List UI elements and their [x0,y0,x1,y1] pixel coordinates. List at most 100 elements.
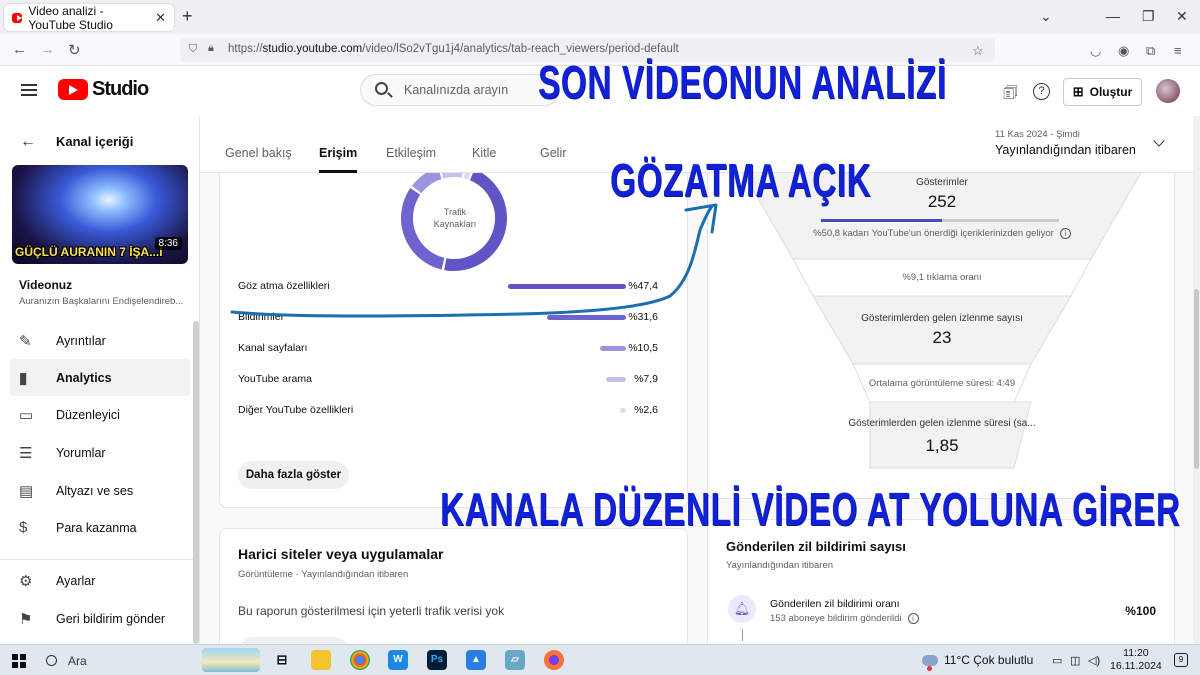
traffic-source-bar [547,315,626,320]
task-view-icon[interactable]: ⊟ [272,650,292,670]
chrome-icon[interactable] [350,650,370,670]
date-range-dates[interactable]: 11 Kas 2024 - Şimdi [995,129,1080,140]
pocket-icon[interactable]: ◡ [1090,43,1101,59]
gear-icon: ⚙ [19,572,33,590]
tab-engagement[interactable]: Etkileşim [386,146,436,160]
photos-icon[interactable]: ▲ [466,650,486,670]
sidebar-item-details[interactable]: ✎ Ayrıntılar [10,322,190,359]
external-sites-card: Harici siteler veya uygulamalar Görüntül… [219,528,688,644]
tab-reach[interactable]: Erişim [319,146,358,173]
chevron-down-icon[interactable] [1153,135,1165,147]
sidebar-item-label: Altyazı ve ses [56,483,134,498]
file-explorer-icon[interactable] [311,650,331,670]
cloud-icon [922,655,938,672]
photoshop-icon[interactable]: Ps [427,650,447,670]
extensions-icon[interactable]: ⧉ [1146,43,1155,59]
traffic-source-percent: %47,4 [628,280,658,292]
sidebar-item-comments[interactable]: ☰ Yorumlar [10,434,190,471]
bookmark-star-icon[interactable]: ☆ [972,43,984,59]
windows-start-icon[interactable] [12,654,26,668]
create-button[interactable]: ⊞ Oluştur [1063,78,1142,106]
notifications-icon[interactable]: 9 [1174,653,1188,667]
back-arrow-icon[interactable]: ← [12,41,27,58]
traffic-source-row[interactable]: Kanal sayfaları %10,5 [238,340,668,360]
sidebar-item-feedback[interactable]: ⚑ Geri bildirim gönder [10,600,190,637]
help-icon[interactable]: ? [1033,83,1050,100]
logo-text: Studio [92,78,149,100]
weather-widget[interactable]: 11°C Çok bulutlu [922,653,1033,672]
subtitles-icon: ▤ [19,482,34,500]
tab-overview[interactable]: Genel bakış [225,146,292,160]
wondershare-icon[interactable]: W [388,650,408,670]
video-thumbnail[interactable]: GÜÇLÜ AURANIN 7 İŞA...İ 8:36 [12,165,188,264]
reload-icon[interactable]: ↻ [68,41,81,59]
info-icon[interactable]: i [1059,228,1071,239]
overlay-browse: GÖZATMA AÇIK [610,154,872,206]
avatar[interactable] [1156,79,1180,103]
search-placeholder: Kanalınızda arayın [404,83,509,97]
battery-icon[interactable]: ▭ [1052,654,1062,667]
browser-tabstrip: Video analizi - YouTube Studio ✕ + ⌄ — ❐… [0,0,1200,34]
tab-audience[interactable]: Kitle [472,146,496,160]
tab-list-chevron-icon[interactable]: ⌄ [1040,8,1052,25]
tab-revenue[interactable]: Gelir [540,146,566,160]
sidebar-item-monetization[interactable]: $ Para kazanma [10,509,190,546]
studio-logo[interactable]: Studio [58,78,149,101]
firefox-icon[interactable] [544,650,564,670]
system-clock[interactable]: 11:20 16.11.2024 [1110,647,1162,673]
notes-icon[interactable]: ▱ [505,650,525,670]
scrollbar-thumb[interactable] [1194,289,1199,469]
show-more-button[interactable]: Daha fazla göster [238,461,349,489]
bell-rate-label: Gönderilen zil bildirimi oranı [770,598,900,610]
menu-icon[interactable]: ≡ [1174,43,1182,58]
url-domain: studio.youtube.com [262,43,363,55]
bell-title: Gönderilen zil bildirimi sayısı [726,539,906,554]
sidebar-item-label: Geri bildirim gönder [56,611,166,626]
network-icon[interactable]: ◫ [1070,654,1080,667]
sidebar-title[interactable]: Kanal içeriği [56,134,133,149]
traffic-source-row[interactable]: Diğer YouTube özellikleri %2,6 [238,402,668,422]
sidebar-item-analytics[interactable]: ▮ Analytics [10,359,190,396]
sidebar-item-label: Ayarlar [56,573,96,588]
close-tab-icon[interactable]: ✕ [155,10,166,26]
traffic-source-percent: %7,9 [634,373,658,385]
external-more-button[interactable] [240,637,348,644]
feedback-flag-icon[interactable]: 🗊︎ [1003,82,1018,109]
traffic-source-row[interactable]: YouTube arama %7,9 [238,371,668,391]
main-scrollbar[interactable] [1193,116,1200,644]
donut-slice [411,173,442,194]
browser-tab[interactable]: Video analizi - YouTube Studio ✕ [4,4,174,32]
sidebar-item-editor[interactable]: ▭ Düzenleyici [10,396,190,433]
minimize-icon[interactable]: — [1106,8,1120,24]
traffic-source-bar [599,346,626,351]
video-subtitle: Auranızın Başkalarını Endişelendireb... [19,296,184,307]
watch-time-label: Gösterimlerden gelen izlenme süresi (sa.… [848,418,1036,429]
dollar-icon: $ [19,519,28,536]
volume-icon[interactable]: ◁) [1088,654,1100,667]
account-icon[interactable]: ◉ [1118,43,1129,59]
close-window-icon[interactable]: ✕ [1176,8,1188,25]
back-arrow-icon[interactable]: ← [20,133,36,151]
traffic-sources-card: Trafik Kaynakları Göz atma özellikleri %4… [219,173,688,508]
sidebar-item-settings[interactable]: ⚙ Ayarlar [10,562,190,599]
hamburger-menu-icon[interactable] [21,84,37,96]
search-highlight-image[interactable] [202,648,260,672]
info-icon[interactable]: i [907,613,919,624]
traffic-source-bar [606,377,626,382]
bell-rate-value: %100 [1125,604,1156,618]
date-range-label[interactable]: Yayınlandığından itibaren [995,143,1136,157]
new-tab-icon[interactable]: + [182,6,193,27]
search-input[interactable]: Kanalınızda arayın [360,74,560,106]
impressions-funnel-card: Gösterimler 252 %50,8 kadarı YouTube'un … [707,173,1175,499]
restore-icon[interactable]: ❐ [1142,8,1155,25]
traffic-source-name: YouTube arama [238,373,312,385]
overlay-tip: KANALA DÜZENLİ VİDEO AT YOLUNA GİRER [440,483,1181,535]
bell-subtitle: Yayınlandığından itibaren [726,560,834,571]
forward-arrow-icon[interactable]: → [40,41,55,58]
traffic-source-row[interactable]: Bildirimler %31,6 [238,309,668,329]
traffic-source-row[interactable]: Göz atma özellikleri %47,4 [238,278,668,298]
sidebar-item-subtitles[interactable]: ▤ Altyazı ve ses [10,472,190,509]
views-value: 23 [932,328,952,347]
sidebar-scrollbar[interactable] [193,321,199,644]
youtube-play-icon [58,79,88,100]
